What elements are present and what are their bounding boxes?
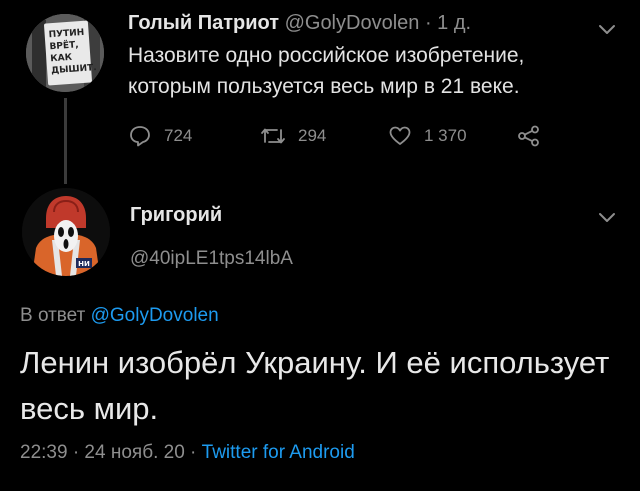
ghostface-avatar-image: НИ (22, 188, 110, 276)
retweet-button[interactable]: 294 (260, 124, 326, 148)
retweet-icon (261, 128, 285, 144)
replying-to-link[interactable]: @GolyDovolen (91, 305, 219, 326)
protest-sign-image: ПУТИН ВРЁТ, КАК ДЫШИТ. (26, 14, 104, 92)
reply-author-avatar[interactable]: НИ (22, 188, 110, 276)
thread-connector-line (64, 98, 67, 184)
like-button[interactable]: 1 370 (388, 124, 467, 148)
reply-author-name[interactable]: Григорий (130, 204, 222, 227)
author-avatar-protest-sign[interactable]: ПУТИН ВРЁТ, КАК ДЫШИТ. (26, 14, 104, 92)
retweet-count: 294 (298, 126, 327, 145)
reply-tweet-text: Ленин изобрёл Украину. И её использует в… (20, 345, 610, 426)
tweet-text: Назовите одно российское изобретение, ко… (128, 44, 525, 98)
tweet-timestamp[interactable]: 22:39 · 24 нояб. 20 · (20, 442, 196, 463)
chevron-down-icon[interactable] (596, 18, 618, 40)
chevron-down-icon[interactable] (596, 206, 618, 228)
replying-to-label: В ответ (20, 305, 86, 326)
share-button[interactable] (516, 124, 542, 148)
sign-line: КАК (50, 53, 73, 65)
reply-icon (130, 126, 150, 147)
reply-count: 724 (164, 126, 193, 145)
tweet-time[interactable]: · 1 д. (425, 12, 471, 34)
tweet-thread: ПУТИН ВРЁТ, КАК ДЫШИТ. Голый Патриот @Go… (0, 0, 640, 491)
like-count: 1 370 (424, 126, 467, 145)
replying-to-line: В ответ @GolyDovolen (20, 305, 219, 327)
tweet-timestamp-line: 22:39 · 24 нояб. 20 · Twitter for Androi… (20, 442, 355, 464)
reply-author-handle[interactable]: @40ipLE1tps14lbA (130, 248, 293, 270)
share-icon (518, 125, 539, 147)
tweet-header: Голый Патриот @GolyDovolen · 1 д. (128, 12, 471, 35)
tweet-source-link[interactable]: Twitter for Android (202, 442, 355, 463)
author-name[interactable]: Голый Патриот (128, 12, 279, 34)
author-handle[interactable]: @GolyDovolen (285, 12, 420, 34)
sign-line: ВРЁТ, (49, 39, 79, 52)
like-icon (389, 126, 411, 145)
avatar-badge-text: НИ (78, 260, 90, 268)
reply-button[interactable]: 724 (128, 124, 192, 148)
